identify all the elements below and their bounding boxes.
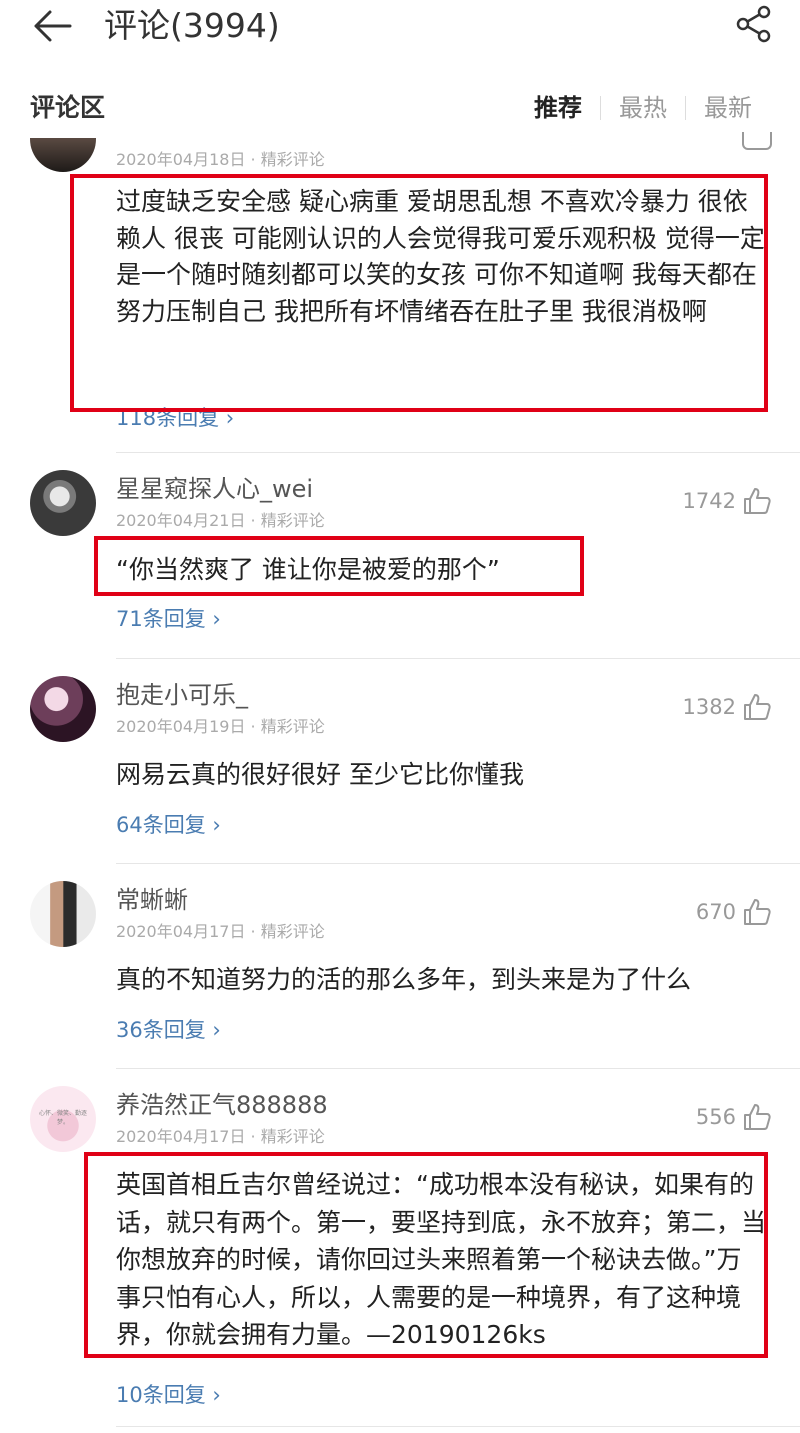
username[interactable]: 抱走小可乐_ <box>116 678 248 712</box>
tab-newest[interactable]: 最新 <box>686 90 770 126</box>
like-button[interactable]: 670 <box>696 897 772 927</box>
thumbs-up-icon <box>744 899 771 925</box>
comment-section-header: 评论区 推荐 最热 最新 <box>0 84 800 132</box>
avatar-caption: 心怀、微笑、勤逐梦。 <box>38 1110 87 1126</box>
comment-meta: 2020年04月17日 · 精彩评论 <box>116 922 325 941</box>
like-icon[interactable] <box>742 132 772 150</box>
comment-text: 真的不知道努力的活的那么多年，到头来是为了什么 <box>116 965 692 994</box>
like-button[interactable]: 1742 <box>683 486 772 516</box>
highlight-box <box>84 1152 768 1358</box>
thumbs-up-icon <box>744 488 771 514</box>
replies-link[interactable]: 71条回复 › <box>116 604 221 634</box>
avatar[interactable] <box>30 881 96 947</box>
divider <box>116 452 800 453</box>
tab-hottest[interactable]: 最热 <box>601 90 685 126</box>
comment-item: 心怀、微笑、勤逐梦。 养浩然正气888888 2020年04月17日 · 精彩评… <box>0 1086 800 1426</box>
like-count: 670 <box>695 900 736 924</box>
username[interactable]: 养浩然正气888888 <box>116 1088 328 1122</box>
like-count: 1382 <box>682 695 736 719</box>
share-icon[interactable] <box>734 4 774 44</box>
divider <box>116 1426 800 1427</box>
comment-list[interactable]: 2020年04月18日 · 精彩评论 过度缺乏安全感 疑心病重 爱胡思乱想 不喜… <box>0 132 800 1433</box>
thumbs-up-icon <box>744 694 771 720</box>
highlight-box <box>94 536 584 596</box>
avatar[interactable] <box>30 676 96 742</box>
comment-item: 2020年04月18日 · 精彩评论 过度缺乏安全感 疑心病重 爱胡思乱想 不喜… <box>0 132 800 452</box>
comment-item: 星星窥探人心_wei 2020年04月21日 · 精彩评论 1742 “你当然爽… <box>0 470 800 650</box>
comment-item: 抱走小可乐_ 2020年04月19日 · 精彩评论 1382 网易云真的很好很好… <box>0 676 800 856</box>
username[interactable]: 常蜥蜥 <box>116 883 188 917</box>
divider <box>116 863 800 864</box>
top-bar: 评论(3994) <box>0 0 800 56</box>
page-title: 评论(3994) <box>104 6 280 45</box>
replies-link[interactable]: 64条回复 › <box>116 810 221 840</box>
back-arrow-icon[interactable] <box>30 4 74 48</box>
replies-link[interactable]: 36条回复 › <box>116 1015 221 1045</box>
divider <box>116 1068 800 1069</box>
like-button[interactable]: 1382 <box>683 692 772 722</box>
comment-meta: 2020年04月17日 · 精彩评论 <box>116 1127 325 1146</box>
thumbs-up-icon <box>744 1104 771 1130</box>
divider <box>116 658 800 659</box>
username[interactable]: 星星窥探人心_wei <box>116 472 313 506</box>
replies-link[interactable]: 10条回复 › <box>116 1380 221 1410</box>
highlight-box <box>70 174 768 412</box>
comment-text: 网易云真的很好很好 至少它比你懂我 <box>116 760 524 789</box>
like-button[interactable]: 556 <box>696 1102 772 1132</box>
avatar[interactable] <box>30 470 96 536</box>
avatar[interactable] <box>30 138 96 172</box>
comment-meta: 2020年04月18日 · 精彩评论 <box>116 150 325 169</box>
like-count: 1742 <box>682 489 736 513</box>
sort-tabs: 推荐 最热 最新 <box>516 90 770 126</box>
section-title: 评论区 <box>30 93 106 122</box>
comment-item: 常蜥蜥 2020年04月17日 · 精彩评论 670 真的不知道努力的活的那么多… <box>0 881 800 1061</box>
avatar[interactable]: 心怀、微笑、勤逐梦。 <box>30 1086 96 1152</box>
comment-meta: 2020年04月19日 · 精彩评论 <box>116 717 325 736</box>
comment-meta: 2020年04月21日 · 精彩评论 <box>116 511 325 530</box>
tab-recommended[interactable]: 推荐 <box>516 90 600 126</box>
like-count: 556 <box>695 1105 736 1129</box>
